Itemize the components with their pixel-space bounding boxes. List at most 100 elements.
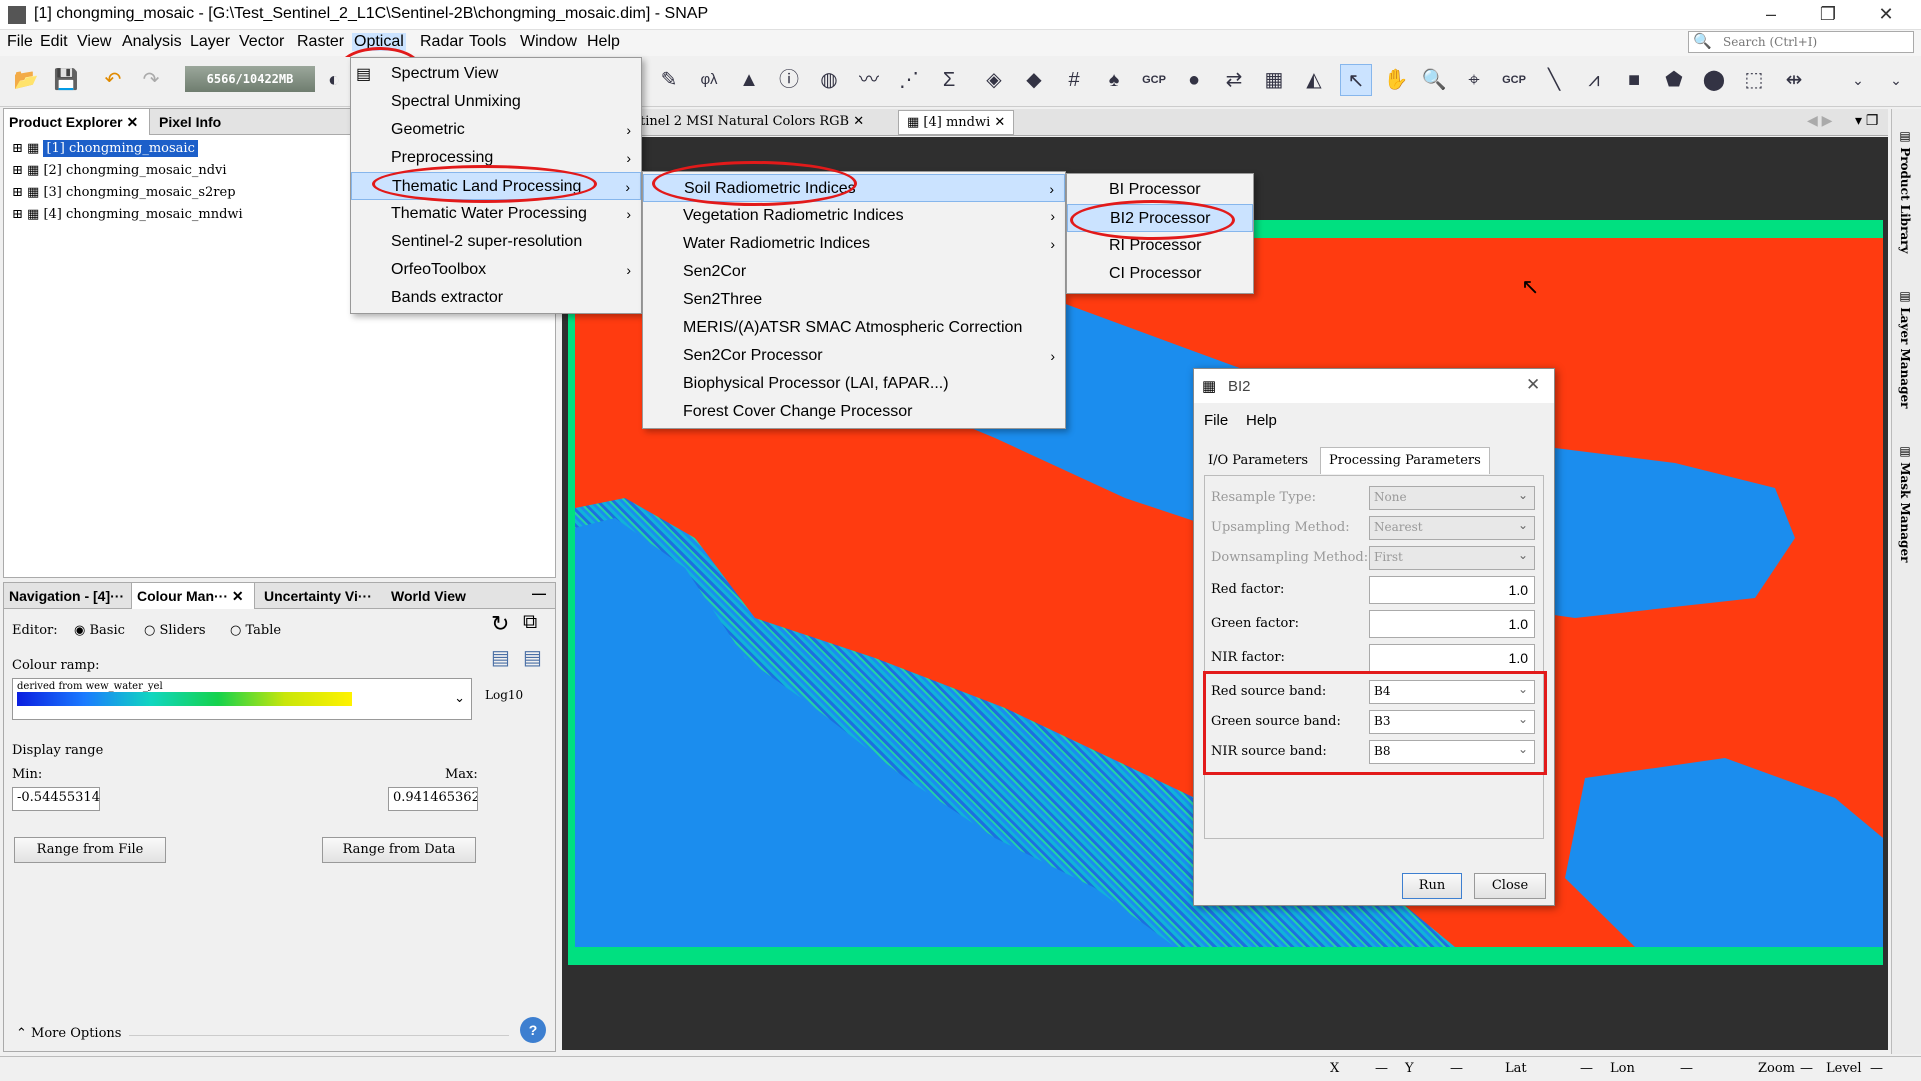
memory-indicator[interactable]: 6566/10422MB [185,66,315,92]
more-options-toggle[interactable]: ⌃ More Options [16,1026,121,1041]
menu-window[interactable]: Window [518,33,579,51]
copy-icon[interactable]: ⧉ [523,611,537,634]
menu-orfeotoolbox[interactable]: OrfeoToolbox › [351,256,641,284]
menu-sen2three[interactable]: Sen2Three [643,286,1065,314]
pin-placing-icon[interactable]: ⌖ [1458,64,1490,96]
range-from-file-button[interactable]: Range from File [14,837,166,863]
tab-colour-manipulation[interactable]: Colour Man··· ✕ [131,583,255,609]
menu-raster[interactable]: Raster [295,33,346,51]
tab-world-view[interactable]: World View [386,583,471,609]
undo-icon[interactable]: ↶ [97,64,129,96]
menu-forest-cover-change[interactable]: Forest Cover Change Processor [643,398,1065,426]
tab-pixel-info[interactable]: Pixel Info [154,109,226,135]
help-icon[interactable]: ? [520,1017,546,1043]
menu-bands-extractor[interactable]: Bands extractor [351,284,641,312]
histogram-icon[interactable]: ▲ [733,64,765,96]
menu-thematic-water-processing[interactable]: Thematic Water Processing › [351,200,641,228]
dialog-menu-file[interactable]: File [1204,412,1228,429]
menu-vegetation-radiometric-indices[interactable]: Vegetation Radiometric Indices › [643,202,1065,230]
nir-factor-input[interactable]: 1.0 [1369,644,1535,672]
statistics-icon[interactable]: Σ [933,64,965,96]
mask-manager-tab[interactable]: ▤ Mask Manager [1898,444,1912,562]
menu-edit[interactable]: Edit [38,33,70,51]
menu-geometric[interactable]: Geometric › [351,116,641,144]
minimize-panel-icon[interactable]: — [532,585,546,601]
menu-view[interactable]: View [75,33,113,51]
tab-product-explorer[interactable]: Product Explorer ✕ [4,109,150,135]
overflow-chevron-icon[interactable]: ⌄ [1842,64,1874,96]
product-library-tab[interactable]: ▤ Product Library [1898,129,1912,253]
polygon-tool-icon[interactable]: ⬟ [1658,64,1690,96]
gcp-manager-icon[interactable]: GCP [1138,64,1170,96]
search-box[interactable]: 🔍 Search (Ctrl+I) [1688,31,1914,53]
tab-mndwi[interactable]: ▦ [4] mndwi ✕ [898,110,1015,135]
tab-natural-colors[interactable]: tinel 2 MSI Natural Colors RGB ✕ [640,114,864,129]
sync-views-icon[interactable]: ⇄ [1218,64,1250,96]
export-icon[interactable]: ▤ [523,645,542,670]
red-factor-input[interactable]: 1.0 [1369,576,1535,604]
menu-spectrum-view[interactable]: Spectrum View [351,60,641,88]
scroll-tabs-icon[interactable]: ◀ ▶ [1807,112,1832,129]
menu-water-radiometric-indices[interactable]: Water Radiometric Indices › [643,230,1065,258]
range-finder-icon[interactable]: ⇹ [1778,64,1810,96]
run-button[interactable]: Run [1402,873,1462,899]
analysis-icon[interactable]: ◍ [813,64,845,96]
menu-sentinel2-super-resolution[interactable]: Sentinel-2 super-resolution [351,228,641,256]
menu-help[interactable]: Help [585,33,622,51]
menu-analysis[interactable]: Analysis [120,33,184,51]
menu-smac-atmospheric-correction[interactable]: MERIS/(A)ATSR SMAC Atmospheric Correctio… [643,314,1065,342]
tab-uncertainty[interactable]: Uncertainty Vi··· [259,583,377,609]
editor-sliders-radio[interactable]: ○ Sliders [144,623,206,638]
dialog-close-icon[interactable]: ✕ [1526,375,1540,395]
tab-io-parameters[interactable]: I/O Parameters [1208,453,1308,468]
navigation-icon[interactable]: ◭ [1298,64,1330,96]
menu-file[interactable]: File [5,33,35,51]
import-icon[interactable]: ▤ [491,645,510,670]
tree-item-4[interactable]: ⊞ ▦ [4] chongming_mosaic_mndwi [12,204,243,226]
tab-processing-parameters[interactable]: Processing Parameters [1320,447,1490,474]
reset-icon[interactable]: ↻ [491,611,509,637]
time-series-icon[interactable]: ◆ [1018,64,1050,96]
mask-icon[interactable]: ● [1178,64,1210,96]
layer-icon[interactable]: ◈ [978,64,1010,96]
dialog-menu-help[interactable]: Help [1246,412,1277,429]
menu-vector[interactable]: Vector [237,33,286,51]
scatter-plot-icon[interactable]: ⋰ [893,64,925,96]
green-factor-input[interactable]: 1.0 [1369,610,1535,638]
ellipse-tool-icon[interactable]: ⬤ [1698,64,1730,96]
save-product-icon[interactable]: 💾 [50,64,82,96]
world-icon[interactable]: ◐ [318,64,350,96]
editor-table-radio[interactable]: ○ Table [230,623,281,638]
menu-biophysical-processor[interactable]: Biophysical Processor (LAI, fAPAR...) [643,370,1065,398]
polyline-tool-icon[interactable]: ⩘ [1578,64,1610,96]
log10-toggle[interactable]: Log10 [485,688,523,702]
range-from-data-button[interactable]: Range from Data [322,837,476,863]
menu-radar[interactable]: Radar [418,33,466,51]
tile-icon[interactable]: ▦ [1258,64,1290,96]
spectral-icon[interactable]: φλ [693,64,725,96]
zoom-tool-icon[interactable]: 🔍 [1418,64,1450,96]
profile-plot-icon[interactable]: 〰 [853,64,885,96]
magic-wand-icon[interactable]: ⬚ [1738,64,1770,96]
open-product-icon[interactable]: 📂 [10,64,42,96]
menu-spectral-unmixing[interactable]: Spectral Unmixing [351,88,641,116]
layer-manager-tab[interactable]: ▤ Layer Manager [1898,289,1912,408]
close-window-button[interactable]: ✕ [1858,0,1914,30]
close-button[interactable]: Close [1474,873,1546,899]
select-tool-icon[interactable]: ↖ [1340,64,1372,96]
pins-icon[interactable]: ♠ [1098,64,1130,96]
tree-item-2[interactable]: ⊞ ▦ [2] chongming_mosaic_ndvi [12,160,227,182]
gcp-placing-icon[interactable]: GCP [1498,64,1530,96]
minimize-button[interactable]: – [1743,0,1799,30]
tab-list-icon[interactable]: ▾ ❐ [1855,112,1878,129]
redo-icon[interactable]: ↷ [135,64,167,96]
editor-basic-radio[interactable]: ◉ Basic [74,623,125,638]
tree-item-1[interactable]: ⊞ ▦ [1] chongming_mosaic [12,138,198,160]
maximize-button[interactable]: ❐ [1800,0,1856,30]
max-field[interactable]: 0.941465362 [388,787,478,811]
menu-ci-processor[interactable]: CI Processor [1067,260,1253,288]
menu-layer[interactable]: Layer [188,33,232,51]
colour-ramp-select[interactable]: derived from wew_water_yel ⌄ [12,678,472,720]
menu-sen2cor-processor[interactable]: Sen2Cor Processor › [643,342,1065,370]
tree-item-3[interactable]: ⊞ ▦ [3] chongming_mosaic_s2rep [12,182,236,204]
